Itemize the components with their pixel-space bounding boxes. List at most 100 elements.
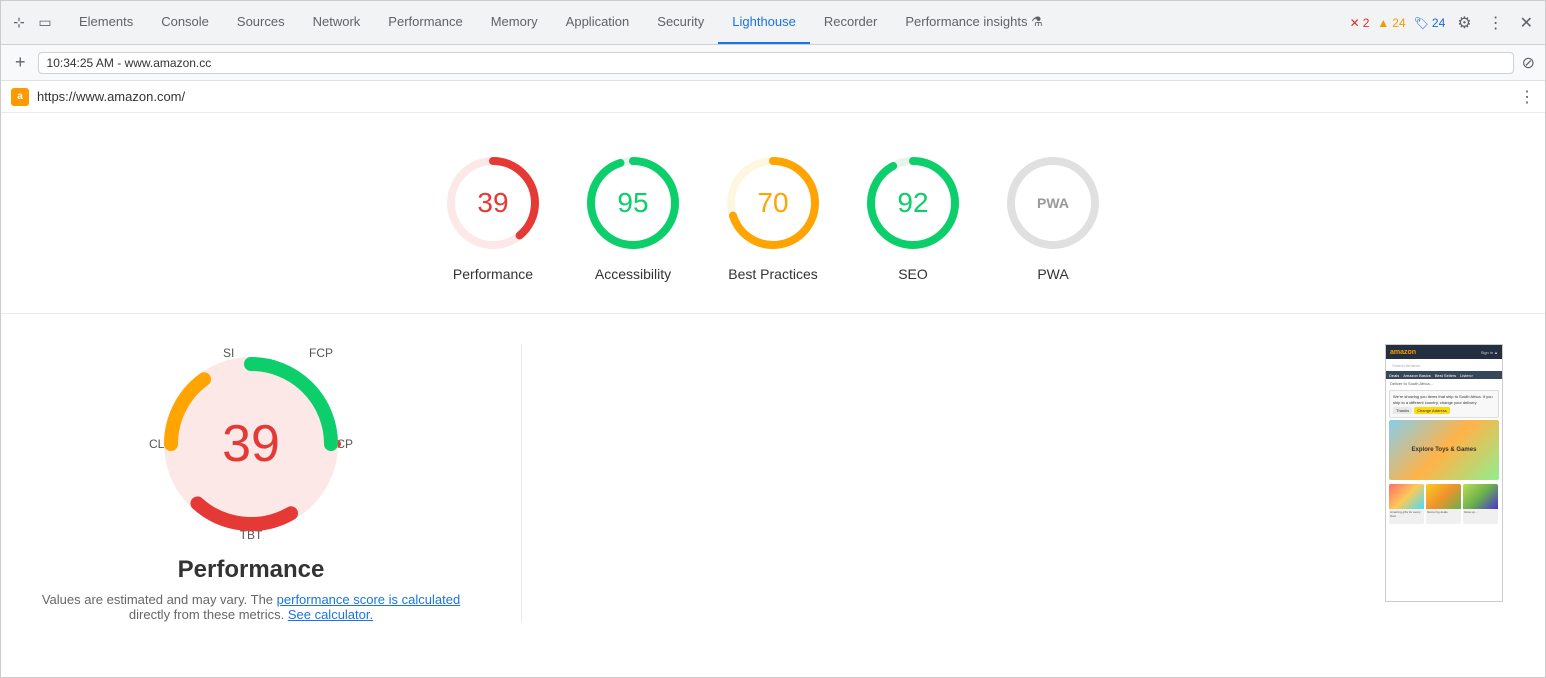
amazon-hero-banner: Explore Toys & Games (1389, 420, 1499, 480)
gauge-best-practices: 70 (723, 153, 823, 253)
tab-right-controls: ✕ 2 ▲ 24 🏷 24 ⚙ ⋮ ✕ (1350, 9, 1537, 37)
screenshot-preview: amazon Sign in ▲ Search Amazon Deals Ama… (1385, 344, 1505, 622)
amazon-card-3: Glow up... (1463, 484, 1498, 524)
amazon-change-button[interactable]: Change Address (1414, 407, 1450, 414)
amazon-banner-buttons: Thanks Change Address (1393, 407, 1495, 414)
amazon-deliver: Deliver to South Africa... (1386, 379, 1502, 388)
warn-icon: ▲ (1377, 16, 1389, 30)
performance-detail-section: SI FCP LCP TBT CLS (1, 324, 1545, 642)
scores-section: 39 Performance 95 Accessibility (1, 113, 1545, 303)
error-count: 2 (1363, 16, 1370, 30)
tab-elements[interactable]: Elements (65, 1, 147, 44)
gauge-seo: 92 (863, 153, 963, 253)
new-tab-button[interactable]: + (11, 52, 30, 73)
amazon-header: amazon Sign in ▲ (1386, 345, 1502, 359)
amazon-card-1: Amazing gifts for every Dad (1389, 484, 1424, 524)
amazon-search-placeholder: Search Amazon (1392, 363, 1420, 368)
more-icon[interactable]: ⋮ (1484, 9, 1508, 37)
score-best-practices-label: Best Practices (728, 265, 817, 283)
amazon-signin-text: Sign in ▲ (1481, 350, 1498, 355)
cursor-icon[interactable]: ⊹ (9, 13, 29, 33)
amazon-dismiss-button[interactable]: Thanks (1393, 407, 1412, 414)
amazon-card-label-3: Glow up... (1463, 509, 1498, 515)
perf-left: SI FCP LCP TBT CLS (41, 344, 461, 622)
perf-note: Values are estimated and may vary. The p… (41, 592, 461, 622)
url-bar: a https://www.amazon.com/ ⋮ (1, 81, 1545, 113)
amazon-card-img-2 (1426, 484, 1461, 509)
gauge-accessibility-value: 95 (617, 187, 648, 219)
tab-lighthouse[interactable]: Lighthouse (718, 1, 810, 44)
devtools-toolbar: ⊹ ▭ Elements Console Sources Network Per… (1, 1, 1545, 45)
main-content: 39 Performance 95 Accessibility (1, 113, 1545, 642)
amazon-logo-text: amazon (1390, 349, 1416, 356)
url-text: https://www.amazon.com/ (37, 89, 1511, 104)
gauge-best-practices-value: 70 (757, 187, 788, 219)
section-divider (1, 313, 1545, 314)
amazon-screenshot: amazon Sign in ▲ Search Amazon Deals Ama… (1385, 344, 1503, 602)
amazon-location-banner: We're showing you items that ship to Sou… (1389, 390, 1499, 418)
toolbar-icons: ⊹ ▭ (9, 13, 55, 33)
perf-score-value: 39 (222, 414, 280, 474)
score-performance: 39 Performance (443, 153, 543, 283)
amazon-search-bar: Search Amazon (1389, 361, 1499, 369)
gauge-performance: 39 (443, 153, 543, 253)
score-seo-label: SEO (898, 265, 928, 283)
perf-calculator-link[interactable]: See calculator. (288, 607, 373, 622)
vertical-divider (521, 344, 522, 622)
amazon-card-img-3 (1463, 484, 1498, 509)
address-bar: + ⊘ (1, 45, 1545, 81)
tab-memory[interactable]: Memory (477, 1, 552, 44)
device-toggle-icon[interactable]: ▭ (35, 13, 55, 33)
amazon-nav: Deals Amazon Basics Best Sellers Listen> (1386, 371, 1502, 379)
gauge-performance-value: 39 (477, 187, 508, 219)
amazon-nav-deals: Deals (1389, 373, 1399, 378)
error-badge[interactable]: ✕ 2 (1350, 16, 1370, 30)
reload-button[interactable]: ⊘ (1522, 53, 1535, 73)
error-icon: ✕ (1350, 16, 1360, 30)
score-pwa: PWA PWA (1003, 153, 1103, 283)
perf-title: Performance (178, 556, 325, 584)
amazon-card-img-1 (1389, 484, 1424, 509)
amazon-nav-listen: Listen> (1460, 373, 1473, 378)
amazon-nav-basics: Amazon Basics (1403, 373, 1431, 378)
warn-badge[interactable]: ▲ 24 (1377, 16, 1405, 30)
tab-application[interactable]: Application (552, 1, 644, 44)
address-input[interactable] (38, 52, 1514, 74)
gauge-seo-value: 92 (897, 187, 928, 219)
amazon-banner-text: We're showing you items that ship to Sou… (1393, 394, 1495, 405)
amazon-card-2: Score big deals (1426, 484, 1461, 524)
amazon-nav-sellers: Best Sellers (1435, 373, 1456, 378)
amazon-hero-text: Explore Toys & Games (1412, 447, 1477, 453)
perf-score-link[interactable]: performance score is calculated (277, 592, 461, 607)
info-icon: 🏷 (1414, 16, 1429, 30)
tab-performance[interactable]: Performance (374, 1, 476, 44)
devtools-frame: ⊹ ▭ Elements Console Sources Network Per… (0, 0, 1546, 678)
warn-count: 24 (1392, 16, 1405, 30)
settings-icon[interactable]: ⚙ (1453, 9, 1475, 37)
score-accessibility-label: Accessibility (595, 265, 671, 283)
url-more-button[interactable]: ⋮ (1519, 87, 1535, 107)
tab-security[interactable]: Security (643, 1, 718, 44)
perf-note-between: directly from these metrics. (129, 607, 288, 622)
perf-gauge-wrapper: SI FCP LCP TBT CLS (151, 344, 351, 544)
amazon-card-label-1: Amazing gifts for every Dad (1389, 509, 1424, 519)
score-pwa-label: PWA (1037, 265, 1068, 283)
close-icon[interactable]: ✕ (1516, 9, 1537, 37)
tab-performance-insights[interactable]: Performance insights ⚗ (891, 1, 1056, 44)
perf-note-prefix: Values are estimated and may vary. The (42, 592, 277, 607)
score-accessibility: 95 Accessibility (583, 153, 683, 283)
score-seo: 92 SEO (863, 153, 963, 283)
amazon-bottom-cards: Amazing gifts for every Dad Score big de… (1386, 482, 1502, 526)
info-count: 24 (1432, 16, 1445, 30)
tab-console[interactable]: Console (147, 1, 223, 44)
tab-network[interactable]: Network (299, 1, 375, 44)
score-best-practices: 70 Best Practices (723, 153, 823, 283)
info-badge[interactable]: 🏷 24 (1414, 16, 1446, 30)
tab-sources[interactable]: Sources (223, 1, 299, 44)
gauge-accessibility: 95 (583, 153, 683, 253)
tab-list: Elements Console Sources Network Perform… (65, 1, 1350, 44)
gauge-pwa-value: PWA (1037, 195, 1069, 211)
tab-recorder[interactable]: Recorder (810, 1, 891, 44)
amazon-card-label-2: Score big deals (1426, 509, 1461, 515)
site-icon: a (11, 88, 29, 106)
